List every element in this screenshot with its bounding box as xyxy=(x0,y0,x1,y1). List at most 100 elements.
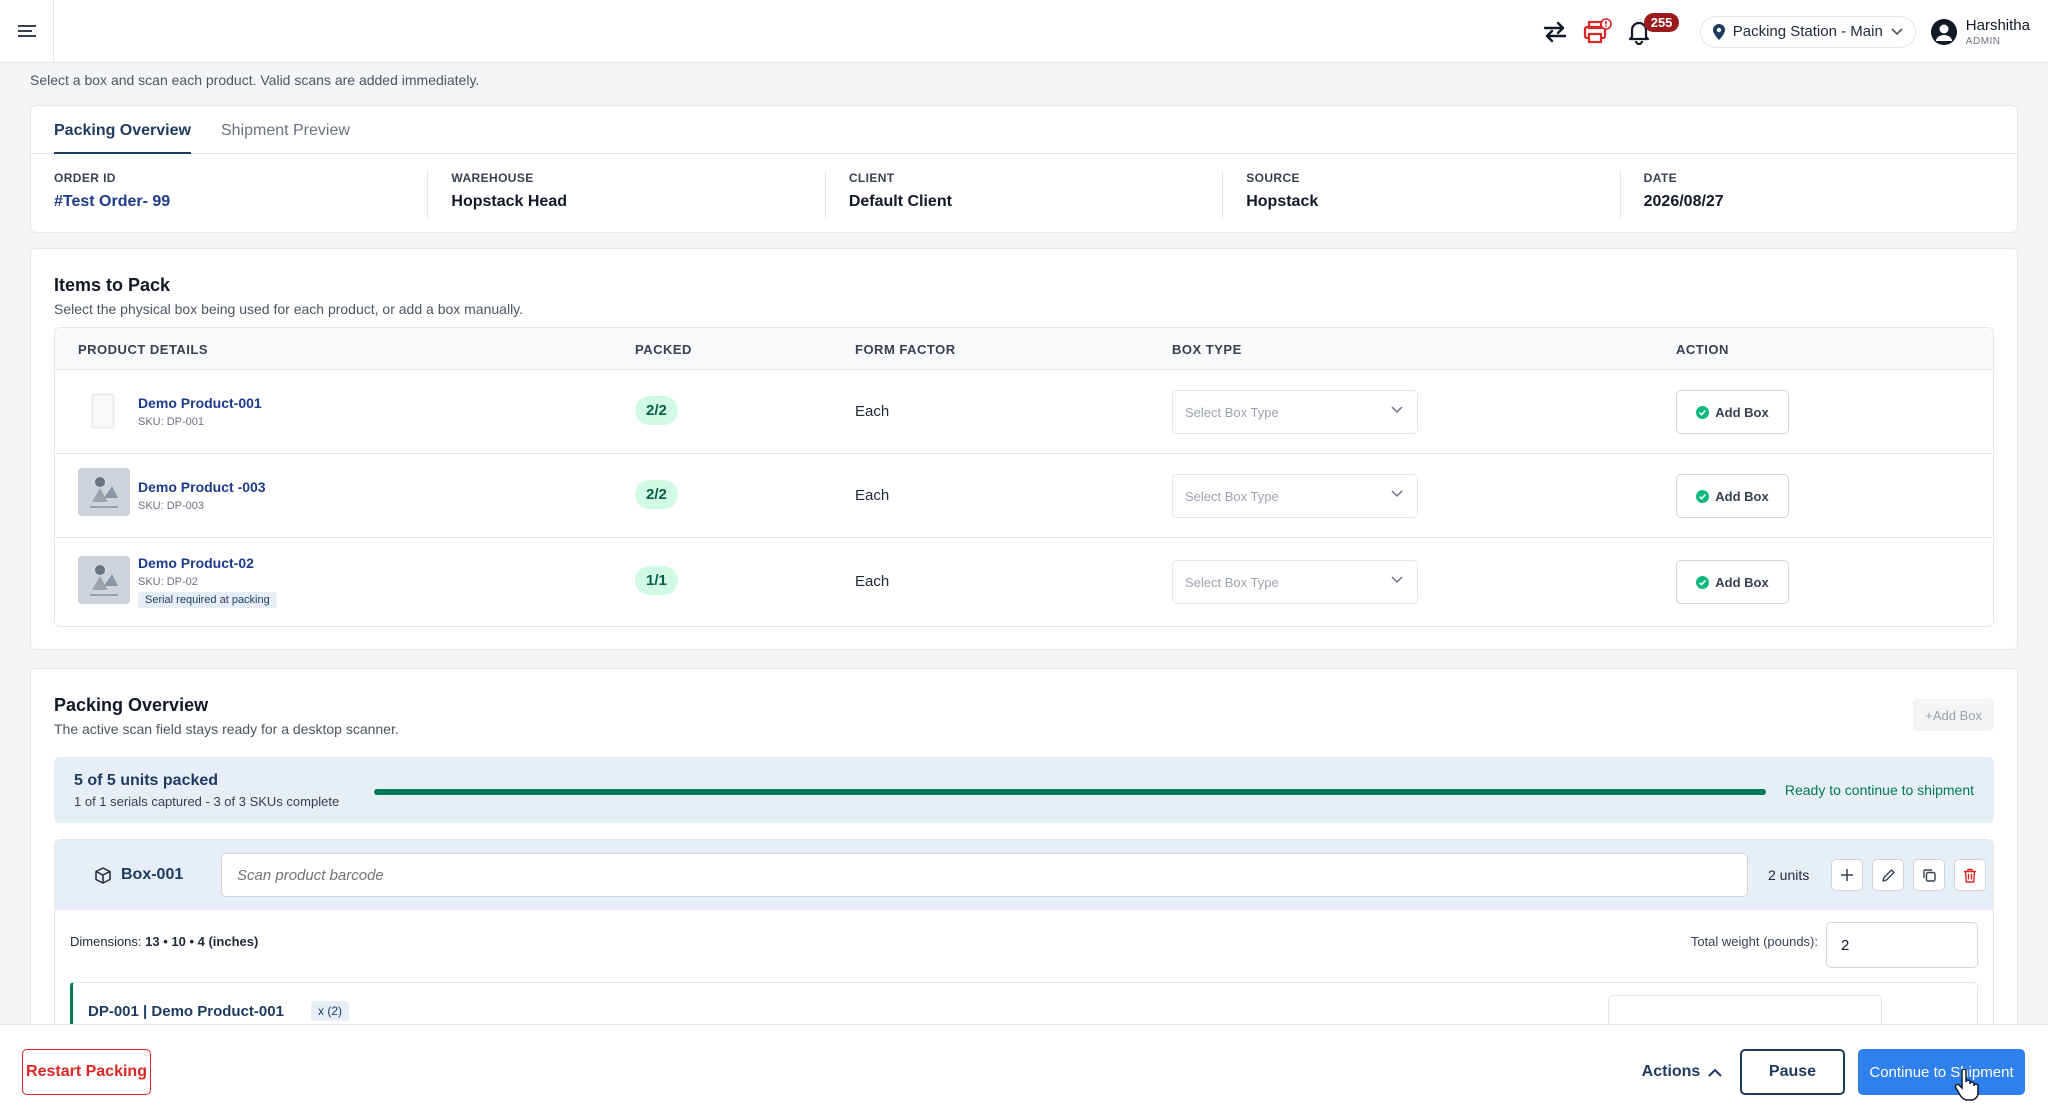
col-form-factor: FORM FACTOR xyxy=(855,342,956,357)
add-box-label: Add Box xyxy=(1715,404,1769,420)
pause-button[interactable]: Pause xyxy=(1740,1049,1845,1095)
menu-button[interactable] xyxy=(0,0,54,63)
order-id-label: ORDER ID xyxy=(54,171,116,185)
user-role: ADMIN xyxy=(1965,35,2001,47)
check-circle-icon xyxy=(1696,575,1710,589)
duplicate-box-button[interactable] xyxy=(1913,859,1945,891)
packing-section-subtitle: The active scan field stays ready for a … xyxy=(54,721,399,737)
items-section-title: Items to Pack xyxy=(54,275,171,295)
order-id-value[interactable]: #Test Order- 99 xyxy=(54,193,427,211)
table-row: Demo Product-02 SKU: DP-02 Serial requir… xyxy=(55,538,1993,626)
add-box-button[interactable]: Add Box xyxy=(1676,474,1789,518)
items-section-subtitle: Select the physical box being used for e… xyxy=(54,301,524,317)
table-row: Demo Product-001 SKU: DP-001 2/2 Each Se… xyxy=(55,370,1993,454)
location-pin-icon xyxy=(1712,23,1725,40)
add-box-button[interactable]: Add Box xyxy=(1676,560,1789,604)
restart-packing-button[interactable]: Restart Packing xyxy=(22,1049,151,1095)
source-value: Hopstack xyxy=(1246,193,1319,210)
station-selector[interactable]: Packing Station - Main xyxy=(1699,15,1916,48)
line-item-label: DP-001 | Demo Product-001 xyxy=(88,1003,284,1020)
tab-packing-overview[interactable]: Packing Overview xyxy=(54,106,191,154)
check-circle-icon xyxy=(1696,405,1710,419)
progress-subtitle: 1 of 1 serials captured - 3 of 3 SKUs co… xyxy=(74,794,340,809)
add-box-button[interactable]: Add Box xyxy=(1676,390,1789,434)
pencil-icon xyxy=(1881,868,1895,882)
items-table: PRODUCT DETAILS PACKED FORM FACTOR BOX T… xyxy=(54,327,1994,627)
delete-box-button[interactable] xyxy=(1954,859,1986,891)
date-value: 2026/08/27 xyxy=(1643,193,1724,210)
switch-button[interactable] xyxy=(1534,11,1576,53)
client-value: Default Client xyxy=(848,193,952,210)
date-cell: DATE 2026/08/27 xyxy=(1621,171,2017,219)
table-header: PRODUCT DETAILS PACKED FORM FACTOR BOX T… xyxy=(55,328,1993,370)
notification-count-badge: 255 xyxy=(1643,12,1680,32)
packed-count-badge: 2/2 xyxy=(635,480,678,509)
notifications-button[interactable]: 255 xyxy=(1618,11,1680,53)
top-bar: 255 Packing Station - Main Harshitha ADM… xyxy=(0,0,2048,63)
form-factor-value: Each xyxy=(855,487,890,504)
mouse-cursor-icon xyxy=(1954,1069,1979,1101)
copy-icon xyxy=(1922,868,1936,882)
box-type-placeholder: Select Box Type xyxy=(1185,575,1279,590)
add-item-button[interactable] xyxy=(1831,859,1863,891)
total-weight-input[interactable] xyxy=(1826,922,1978,968)
packing-overview-card: Packing Overview The active scan field s… xyxy=(30,668,2018,1048)
printer-button[interactable] xyxy=(1576,11,1618,53)
product-thumbnail xyxy=(78,556,130,604)
trash-icon xyxy=(1964,868,1976,883)
product-thumbnail xyxy=(78,468,130,516)
date-label: DATE xyxy=(1643,171,1678,185)
dimensions-value: 13 • 10 • 4 (inches) xyxy=(145,934,259,949)
dimensions-label: Dimensions: xyxy=(70,934,142,949)
table-row: Demo Product -003 SKU: DP-003 2/2 Each S… xyxy=(55,454,1993,538)
add-box-label: Add Box xyxy=(1715,488,1769,504)
swap-arrows-icon xyxy=(1543,21,1566,42)
pause-label: Pause xyxy=(1768,1063,1817,1080)
product-image-icon xyxy=(91,393,115,429)
actions-menu-button[interactable]: Actions xyxy=(1622,1049,1742,1095)
product-name[interactable]: Demo Product-02 xyxy=(138,555,254,571)
tab-shipment-preview[interactable]: Shipment Preview xyxy=(221,106,350,154)
form-factor-value: Each xyxy=(855,573,890,590)
client-cell: CLIENT Default Client xyxy=(826,171,1224,219)
add-box-header-label: +Add Box xyxy=(1925,707,1982,723)
source-label: SOURCE xyxy=(1246,171,1300,185)
warehouse-value: Hopstack Head xyxy=(451,193,567,210)
scan-barcode-input[interactable] xyxy=(221,853,1748,897)
line-item-qty: x (2) xyxy=(311,1001,349,1021)
product-image-icon xyxy=(78,468,130,516)
box-type-select[interactable]: Select Box Type xyxy=(1172,390,1418,434)
box-units: 2 units xyxy=(1768,867,1810,883)
warehouse-label: WAREHOUSE xyxy=(451,171,534,185)
progress-status: Ready to continue to shipment xyxy=(1784,782,1974,798)
col-box-type: BOX TYPE xyxy=(1172,342,1242,357)
product-thumbnail xyxy=(78,388,130,436)
product-name[interactable]: Demo Product-001 xyxy=(138,395,262,411)
restart-packing-label: Restart Packing xyxy=(26,1063,147,1080)
progress-title: 5 of 5 units packed xyxy=(74,772,219,789)
user-menu[interactable]: Harshitha ADMIN xyxy=(1930,17,2030,47)
add-box-label: Add Box xyxy=(1715,574,1769,590)
continue-to-shipment-button[interactable]: Continue to Shipment xyxy=(1858,1049,2025,1095)
chevron-down-icon xyxy=(1391,406,1403,414)
product-name[interactable]: Demo Product -003 xyxy=(138,479,266,495)
box-type-placeholder: Select Box Type xyxy=(1185,489,1279,504)
packing-progress-panel: 5 of 5 units packed 1 of 1 serials captu… xyxy=(54,757,1994,823)
box-type-select[interactable]: Select Box Type xyxy=(1172,474,1418,518)
order-id-cell: ORDER ID #Test Order- 99 xyxy=(31,171,429,219)
user-avatar-icon xyxy=(1930,18,1957,45)
actions-label: Actions xyxy=(1641,1063,1701,1080)
chevron-up-icon xyxy=(1708,1068,1723,1077)
station-label: Packing Station - Main xyxy=(1732,23,1883,40)
progress-bar-fill xyxy=(374,789,1766,795)
form-factor-value: Each xyxy=(855,403,890,420)
client-label: CLIENT xyxy=(848,171,895,185)
edit-box-button[interactable] xyxy=(1872,859,1904,891)
box-type-select[interactable]: Select Box Type xyxy=(1172,560,1418,604)
box-line-item: DP-001 | Demo Product-001 x (2) xyxy=(70,982,1978,1028)
box-dimensions: Dimensions: 13 • 10 • 4 (inches) xyxy=(70,934,258,949)
add-box-header-button[interactable]: +Add Box xyxy=(1913,699,1994,731)
tab-bar: Packing Overview Shipment Preview xyxy=(31,106,2017,154)
continue-label: Continue to Shipment xyxy=(1869,1063,2014,1081)
chevron-down-icon xyxy=(1891,27,1903,35)
